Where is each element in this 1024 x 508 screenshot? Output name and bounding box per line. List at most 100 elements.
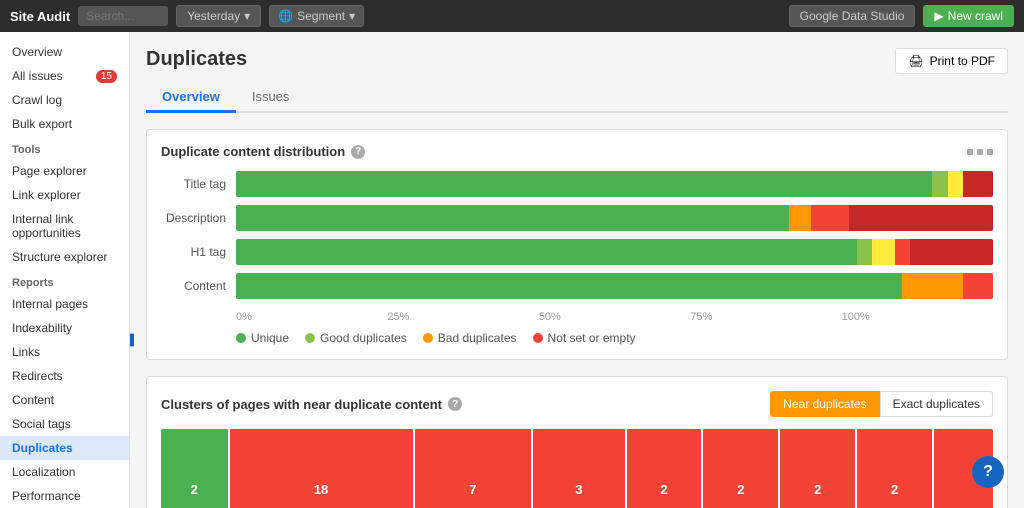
sidebar-item-link-explorer[interactable]: Link explorer	[0, 183, 129, 207]
legend-good-dups-label: Good duplicates	[320, 331, 407, 345]
sidebar: Overview All issues 15 Crawl log Bulk ex…	[0, 32, 130, 508]
chevron-down-icon: ▾	[349, 9, 355, 23]
segment-label: Segment	[297, 9, 345, 23]
bar-seg-unique	[236, 239, 857, 265]
treemap-cell-4[interactable]: 2	[627, 429, 702, 508]
treemap-cell-5[interactable]: 2	[703, 429, 778, 508]
play-icon: ▶	[934, 9, 943, 23]
legend-unique-dot	[236, 333, 246, 343]
clusters-card: Clusters of pages with near duplicate co…	[146, 376, 1008, 508]
bar-seg-yellow	[872, 239, 895, 265]
bar-seg-not-set	[910, 239, 993, 265]
sidebar-item-social-tags[interactable]: Social tags	[0, 412, 129, 436]
sidebar-item-performance[interactable]: Performance	[0, 484, 129, 508]
sidebar-item-crawl-log[interactable]: Crawl log	[0, 88, 129, 112]
bar-row-content: Content	[161, 273, 993, 299]
chart-legend: Unique Good duplicates Bad duplicates No…	[236, 331, 993, 345]
help-icon: ?	[983, 463, 993, 481]
legend-good-dups: Good duplicates	[305, 331, 407, 345]
chevron-down-icon: ▾	[244, 9, 250, 23]
distribution-help-icon[interactable]: ?	[351, 145, 365, 159]
treemap-cell-1[interactable]: 18	[230, 429, 413, 508]
sidebar-item-links[interactable]: Links	[0, 340, 129, 364]
sidebar-item-all-issues[interactable]: All issues 15	[0, 64, 129, 88]
sidebar-item-indexability[interactable]: Indexability	[0, 316, 129, 340]
data-studio-button[interactable]: Google Data Studio	[789, 5, 916, 27]
bar-label-h1-tag: H1 tag	[161, 245, 236, 259]
bar-seg-unique	[236, 205, 789, 231]
treemap-cell-7[interactable]: 2	[857, 429, 932, 508]
bar-row-description: Description	[161, 205, 993, 231]
legend-bad-dups-dot	[423, 333, 433, 343]
all-issues-badge: 15	[96, 70, 117, 83]
search-input[interactable]	[78, 6, 168, 26]
bar-label-title-tag: Title tag	[161, 177, 236, 191]
segment-button[interactable]: 🌐 Segment ▾	[269, 5, 364, 27]
legend-unique: Unique	[236, 331, 289, 345]
bar-row-h1-tag: H1 tag	[161, 239, 993, 265]
bar-label-description: Description	[161, 211, 236, 225]
reports-section-header: Reports	[0, 269, 129, 292]
period-button[interactable]: Yesterday ▾	[176, 5, 261, 27]
bar-seg-red	[811, 205, 849, 231]
bar-row-title-tag: Title tag	[161, 171, 993, 197]
tab-issues[interactable]: Issues	[236, 83, 306, 113]
new-crawl-button[interactable]: ▶ New crawl	[923, 5, 1014, 27]
treemap: 2 18 7 3 2 2 2 2	[161, 429, 993, 508]
sidebar-item-internal-link[interactable]: Internal link opportunities	[0, 207, 129, 245]
data-studio-label: Google Data Studio	[800, 9, 905, 23]
bar-seg-unique	[236, 171, 932, 197]
sidebar-item-page-explorer[interactable]: Page explorer	[0, 159, 129, 183]
bar-axis: 0% 25% 50% 75% 100%	[236, 307, 993, 323]
sidebar-item-content[interactable]: Content	[0, 388, 129, 412]
treemap-cell-3[interactable]: 3	[533, 429, 625, 508]
bar-seg-good-dup	[857, 239, 872, 265]
distribution-card: Duplicate content distribution ? Title t…	[146, 129, 1008, 360]
print-to-pdf-button[interactable]: 🖨 Print to PDF	[895, 48, 1008, 74]
distribution-title: Duplicate content distribution ?	[161, 144, 993, 159]
sidebar-item-localization[interactable]: Localization	[0, 460, 129, 484]
blue-arrow	[130, 324, 134, 356]
bar-label-content: Content	[161, 279, 236, 293]
bar-seg-yellow	[948, 171, 963, 197]
bar-seg-not-set	[963, 171, 993, 197]
clusters-buttons: Near duplicates Exact duplicates	[770, 391, 993, 417]
sidebar-label-all-issues: All issues	[12, 69, 63, 83]
page-tabs: Overview Issues	[146, 83, 1008, 113]
bar-track-h1-tag	[236, 239, 993, 265]
legend-not-set-dot	[533, 333, 543, 343]
bar-seg-not-set	[849, 205, 993, 231]
sidebar-item-overview[interactable]: Overview	[0, 40, 129, 64]
period-label: Yesterday	[187, 9, 240, 23]
sidebar-item-redirects[interactable]: Redirects	[0, 364, 129, 388]
bar-track-title-tag	[236, 171, 993, 197]
sidebar-item-duplicates[interactable]: Duplicates	[0, 436, 129, 460]
bar-seg-bad-dup	[902, 273, 963, 299]
sidebar-item-bulk-export[interactable]: Bulk export	[0, 112, 129, 136]
tools-section-header: Tools	[0, 136, 129, 159]
bar-chart: Title tag Description	[161, 171, 993, 345]
sidebar-item-structure-explorer[interactable]: Structure explorer	[0, 245, 129, 269]
treemap-cell-0[interactable]: 2	[161, 429, 228, 508]
legend-not-set-label: Not set or empty	[548, 331, 636, 345]
new-crawl-label: New crawl	[948, 9, 1003, 23]
bar-track-content	[236, 273, 993, 299]
help-circle-button[interactable]: ?	[972, 456, 1004, 488]
treemap-cell-6[interactable]: 2	[780, 429, 855, 508]
legend-bad-dups: Bad duplicates	[423, 331, 517, 345]
bar-seg-red	[895, 239, 910, 265]
topbar: Site Audit Yesterday ▾ 🌐 Segment ▾ Googl…	[0, 0, 1024, 32]
treemap-cell-2[interactable]: 7	[415, 429, 531, 508]
print-label: Print to PDF	[930, 54, 995, 68]
clusters-help-icon[interactable]: ?	[448, 397, 462, 411]
tab-overview[interactable]: Overview	[146, 83, 236, 113]
site-audit-title: Site Audit	[10, 9, 70, 24]
sidebar-label-crawl-log: Crawl log	[12, 93, 62, 107]
exact-duplicates-button[interactable]: Exact duplicates	[880, 391, 993, 417]
bar-seg-good-dup	[932, 171, 947, 197]
bar-seg-bad-dup	[789, 205, 812, 231]
sidebar-label-bulk-export: Bulk export	[12, 117, 72, 131]
sidebar-item-internal-pages[interactable]: Internal pages	[0, 292, 129, 316]
print-icon: 🖨	[908, 54, 923, 68]
near-duplicates-button[interactable]: Near duplicates	[770, 391, 879, 417]
